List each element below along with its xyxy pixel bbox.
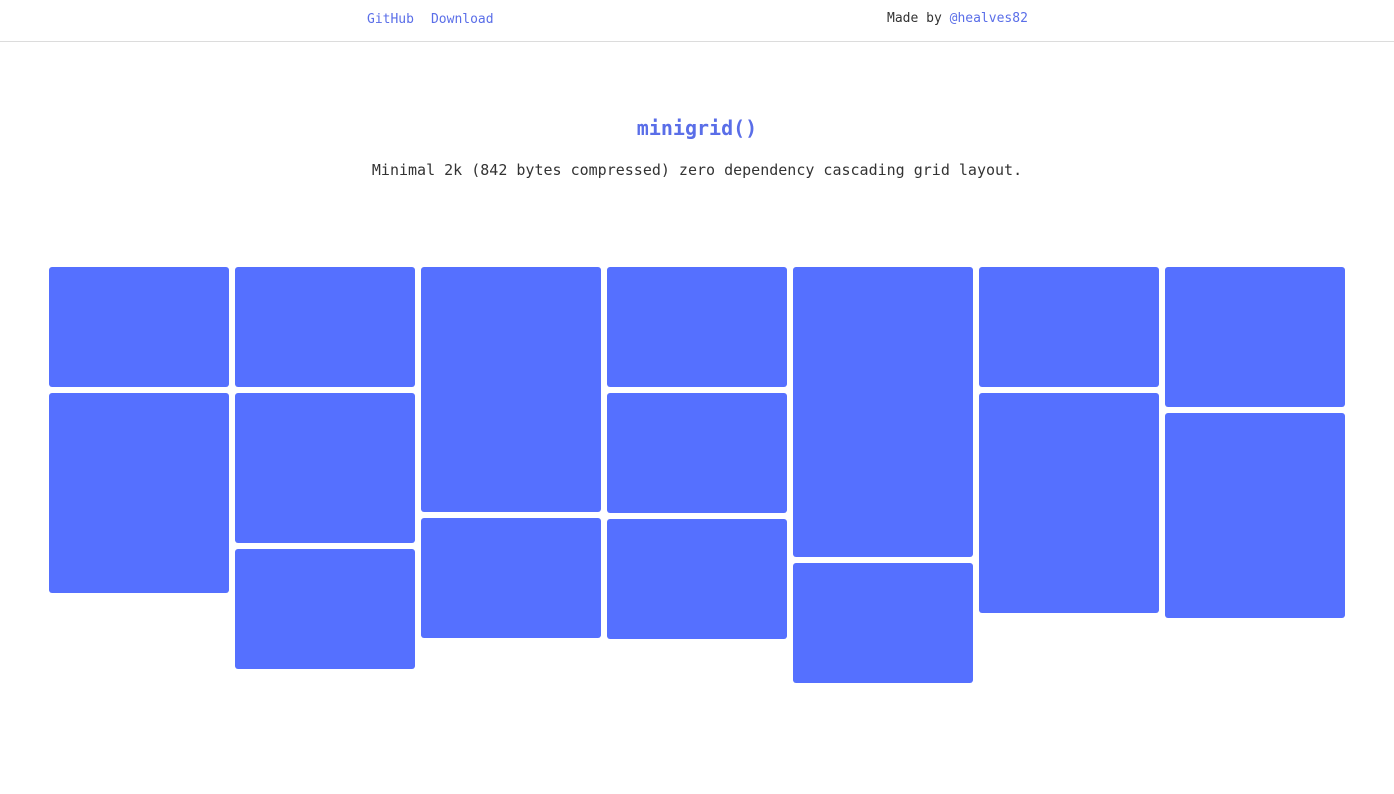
credit-prefix: Made by <box>887 11 942 26</box>
page-title: minigrid() <box>636 116 758 140</box>
author-handle-link[interactable]: @healves82 <box>950 11 1028 26</box>
author-credit: Made by @healves82 <box>887 11 1028 26</box>
grid-item <box>421 267 601 512</box>
grid-item <box>235 267 415 387</box>
grid-item <box>793 563 973 683</box>
github-link[interactable]: GitHub <box>367 12 414 27</box>
grid-item <box>235 549 415 669</box>
download-link[interactable]: Download <box>431 12 494 27</box>
grid-item <box>979 393 1159 613</box>
grid-item <box>421 518 601 638</box>
grid-item <box>49 393 229 593</box>
grid-item <box>607 519 787 639</box>
top-nav: GitHub Download <box>367 12 511 27</box>
grid-item <box>235 393 415 543</box>
grid-item <box>1165 413 1345 618</box>
grid-item <box>607 267 787 387</box>
grid-item <box>979 267 1159 387</box>
grid-item <box>793 267 973 557</box>
grid-item <box>49 267 229 387</box>
page-subtitle: Minimal 2k (842 bytes compressed) zero d… <box>371 161 1023 179</box>
top-bar: GitHub Download Made by @healves82 <box>0 0 1394 42</box>
grid-item <box>1165 267 1345 407</box>
grid-item <box>607 393 787 513</box>
